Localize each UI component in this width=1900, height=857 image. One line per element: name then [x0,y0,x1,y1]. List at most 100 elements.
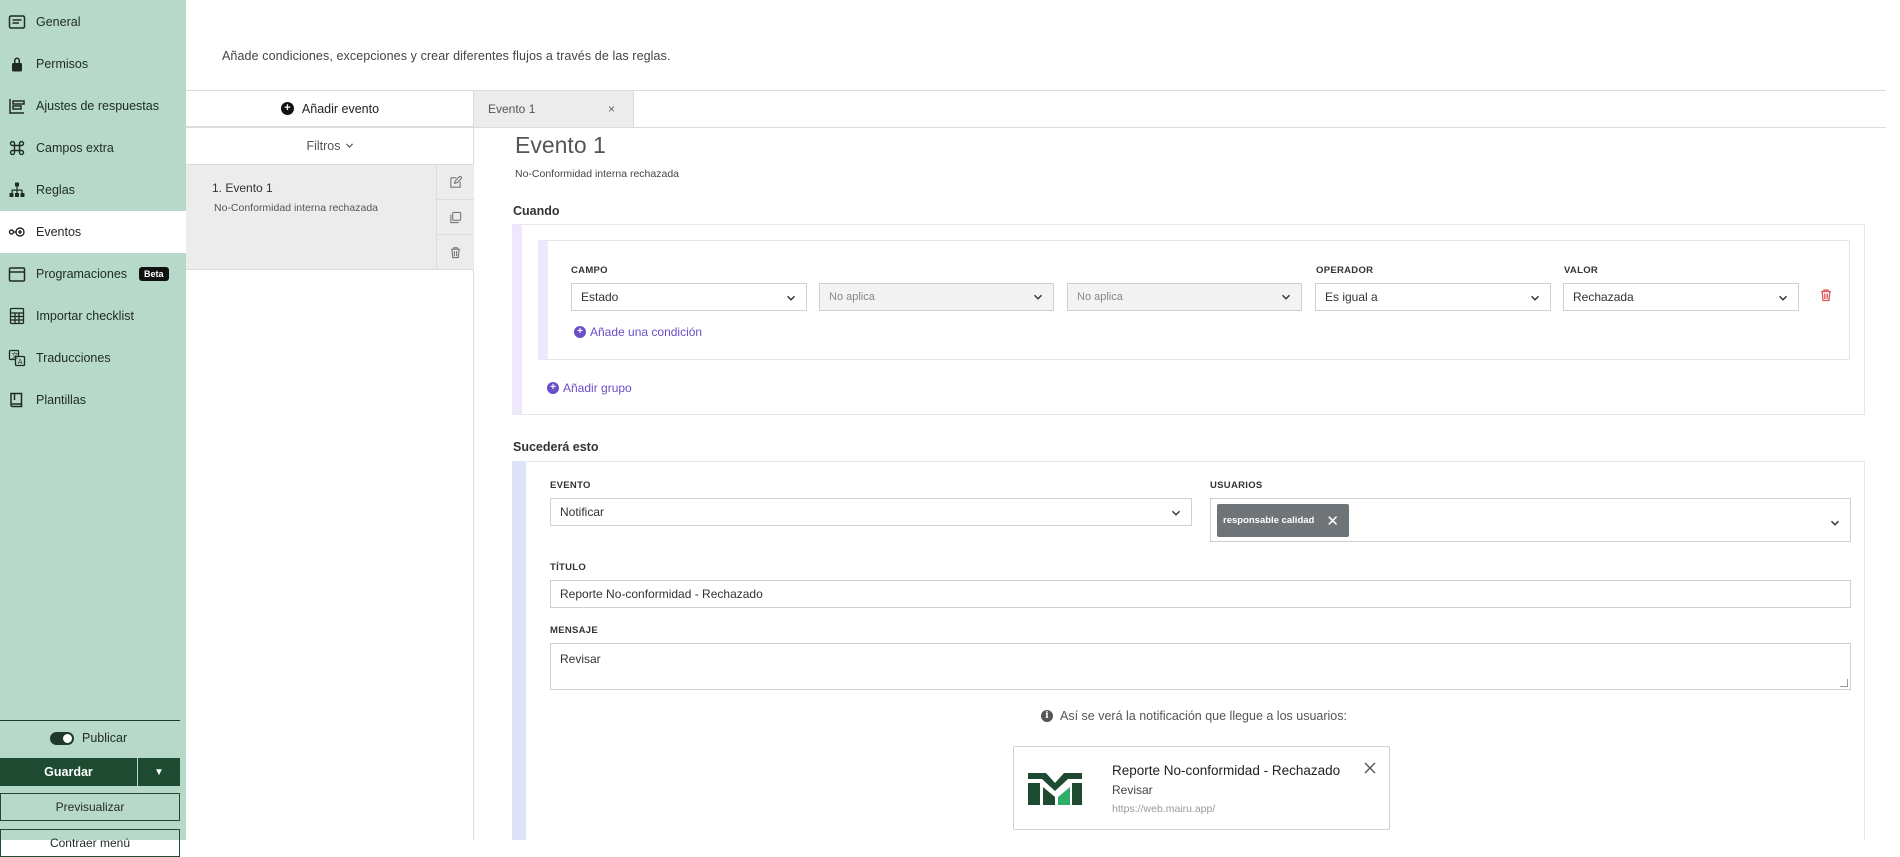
subfield-value-2: No aplica [1077,291,1123,303]
page-description: Añade condiciones, excepciones y crear d… [222,49,671,63]
mensaje-textarea[interactable]: Revisar [550,643,1851,690]
usuarios-label: USUARIOS [1210,480,1263,491]
sidebar-item-plantillas[interactable]: Plantillas [0,379,186,421]
evento-label: EVENTO [550,480,591,491]
plus-circle-icon: + [547,382,559,394]
sidebar-item-eventos[interactable]: Eventos [0,211,186,253]
sidebar-item-ajustes[interactable]: Ajustes de respuestas [0,85,186,127]
publish-toggle-row[interactable]: Publicar [50,731,127,745]
event-item-subtitle: No-Conformidad interna rechazada [214,202,379,214]
resize-handle-icon[interactable] [1840,679,1848,687]
plus-circle-icon: + [574,326,586,338]
delete-condition-button[interactable] [1819,288,1833,302]
campo-value: Estado [581,290,619,304]
collapse-label: Contraer menú [49,836,131,850]
chevron-down-icon [786,292,796,302]
edit-button[interactable] [437,165,474,200]
add-event-button[interactable]: + Añadir evento [186,91,474,127]
collapse-menu-button[interactable]: Contraer menú [0,829,180,857]
add-group-label: Añadir grupo [563,381,632,395]
preview-button[interactable]: Previsualizar [0,793,180,821]
sidebar-item-permisos[interactable]: Permisos [0,43,186,85]
command-icon [8,139,26,157]
mairu-logo-icon [1028,773,1082,805]
sidebar-item-programaciones[interactable]: Programaciones Beta [0,253,186,295]
subfield-value-1: No aplica [829,291,875,303]
add-condition-label: Añade una condición [590,325,703,339]
sidebar-divider [0,720,180,721]
sidebar-item-general[interactable]: General [0,1,186,43]
close-icon[interactable]: × [608,102,615,116]
hierarchy-icon [8,181,26,199]
campo-select[interactable]: Estado [571,283,807,311]
user-chip-label: responsable calidad [1223,515,1315,526]
lock-icon [8,55,26,73]
operador-select[interactable]: Es igual a [1315,283,1551,311]
event-subtitle: No-Conformidad interna rechazada [515,168,680,180]
chevron-down-icon [1778,292,1788,302]
book-icon [8,391,26,409]
add-condition-link[interactable]: + Añade una condición [574,325,702,339]
sidebar-item-label: Ajustes de respuestas [36,99,159,113]
operador-value: Es igual a [1325,290,1378,304]
tab-evento-1[interactable]: Evento 1 × [474,91,634,127]
publish-toggle[interactable] [50,731,74,745]
duplicate-button[interactable] [437,200,474,235]
trash-icon [449,246,462,259]
mensaje-label: MENSAJE [550,625,599,636]
sidebar: General Permisos Ajustes de respuestas C… [0,0,186,857]
valor-select[interactable]: Rechazada [1563,283,1799,311]
users-multiselect[interactable]: responsable calidad ✕ [1210,498,1851,542]
sidebar-item-label: Traducciones [36,351,111,365]
sidebar-item-reglas[interactable]: Reglas [0,169,186,211]
mensaje-value: Revisar [560,652,601,666]
filters-label: Filtros [306,138,341,153]
sidebar-item-importar[interactable]: Importar checklist [0,295,186,337]
sidebar-item-label: Plantillas [36,393,87,407]
event-list-item[interactable]: 1. Evento 1 No-Conformidad interna recha… [186,165,474,270]
titulo-input[interactable]: Reporte No-conformidad - Rechazado [550,580,1851,608]
then-section-label: Sucederá esto [513,440,599,454]
caret-down-icon: ▼ [154,766,164,778]
evento-select[interactable]: Notificar [550,498,1192,526]
delete-button[interactable] [437,235,474,270]
sidebar-item-label: Reglas [36,183,75,197]
subfield-select-1[interactable]: No aplica [819,283,1054,311]
sidebar-item-label: Eventos [36,225,82,239]
save-options-button[interactable]: ▼ [138,758,180,786]
save-button[interactable]: Guardar [0,758,137,786]
spreadsheet-icon [8,307,26,325]
info-icon: i [1041,710,1053,722]
notification-preview: Reporte No-conformidad - Rechazado Revis… [1013,746,1390,830]
filters-dropdown[interactable]: Filtros [186,127,474,165]
notification-url: https://web.mairu.app/ [1112,803,1216,815]
operador-label: OPERADOR [1316,265,1374,276]
beta-badge: Beta [139,267,169,281]
chevron-down-icon [1281,292,1291,302]
sidebar-item-label: Programaciones [36,267,128,281]
translate-icon: 文A [8,349,26,367]
event-icon [8,223,26,241]
events-list-panel: + Añadir evento Filtros 1. Evento 1 No-C… [186,91,474,840]
titulo-label: TÍTULO [550,562,587,573]
sidebar-item-label: Campos extra [36,141,114,155]
user-chip[interactable]: responsable calidad ✕ [1217,504,1349,537]
notification-title: Reporte No-conformidad - Rechazado [1112,763,1341,778]
svg-text:A: A [18,358,23,366]
plus-circle-icon: + [280,102,294,115]
tab-label: Evento 1 [488,102,536,116]
calendar-icon [8,265,26,283]
sidebar-item-traducciones[interactable]: 文A Traducciones [0,337,186,379]
sidebar-item-label: Importar checklist [36,309,134,323]
close-icon[interactable] [1363,761,1377,775]
subfield-select-2[interactable]: No aplica [1067,283,1302,311]
trash-icon [1819,288,1833,302]
add-group-link[interactable]: + Añadir grupo [547,381,632,395]
sidebar-item-label: General [36,15,81,29]
event-item-actions [436,165,474,270]
notification-body: Revisar [1112,783,1153,797]
sidebar-item-campos-extra[interactable]: Campos extra [0,127,186,169]
edit-icon [449,175,462,189]
sliders-icon [8,97,26,115]
close-icon[interactable]: ✕ [1326,512,1339,530]
